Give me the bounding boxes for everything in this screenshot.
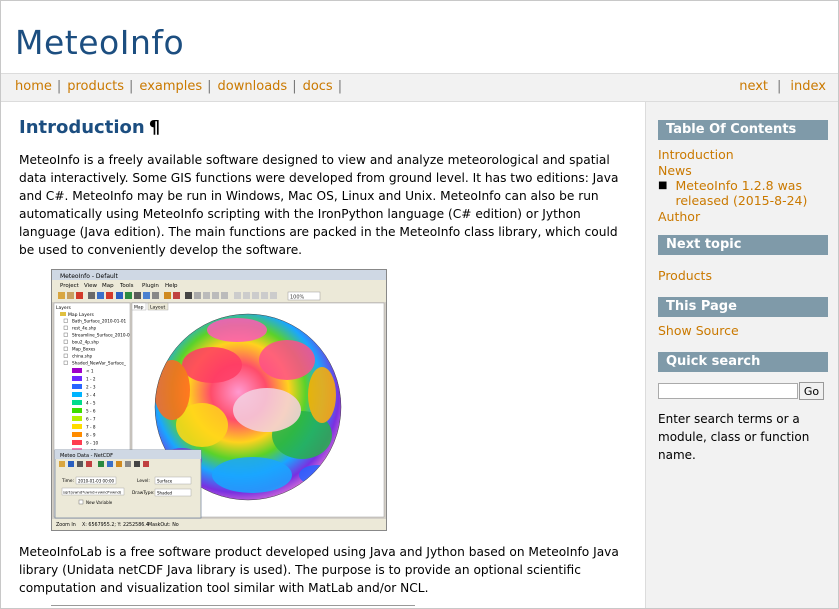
nav-next-link[interactable]: next <box>739 79 768 94</box>
menu-project[interactable]: Project <box>60 283 80 289</box>
toc-introduction-link[interactable]: Introduction <box>658 147 734 162</box>
meteoinfo-screenshot: MeteoInfo - Default Project View Map Too… <box>51 269 387 531</box>
layer-item[interactable]: china.shp <box>72 354 93 359</box>
intro-paragraph: MeteoInfo is a freely available software… <box>19 153 619 257</box>
layer-item[interactable]: bou2_4p.shp <box>72 340 99 345</box>
meteoinfolab-paragraph: MeteoInfoLab is a free software product … <box>19 545 619 595</box>
browser-page: MeteoInfo home | products | examples | downloa… <box>0 0 839 609</box>
legend-swatch <box>72 384 82 389</box>
menu-help[interactable]: Help <box>165 283 178 289</box>
next-topic-link[interactable]: Products <box>658 268 712 283</box>
level-label: Level: <box>137 478 150 484</box>
legend-swatch <box>72 432 82 437</box>
legend-label: 1 - 2 <box>86 377 96 382</box>
level-value: Surface <box>157 479 173 484</box>
layer-item[interactable]: rest_4e.shp <box>72 326 97 331</box>
legend-label: 3 - 4 <box>86 393 96 398</box>
nav-right: next | index <box>739 79 826 94</box>
tab-map-label: Map <box>134 305 144 311</box>
legend-swatch <box>72 400 82 405</box>
legend-swatch <box>72 392 82 397</box>
dialog-title: Meteo Data - NetCDF <box>60 453 113 459</box>
nav-separator: | <box>56 79 62 94</box>
legend-swatch <box>72 376 82 381</box>
nav-home-link[interactable]: home <box>15 79 52 94</box>
bullet-icon: ■ <box>658 180 668 191</box>
legend: < 1 1 - 2 2 - 3 3 - 4 4 - 5 5 - 6 6 - 7 … <box>72 368 99 454</box>
drawtype-label: DrawType: <box>132 490 155 496</box>
toc-news-item: ■ MeteoInfo 1.2.8 was released (2015-8-2… <box>658 178 828 208</box>
page-heading: Introduction ¶ <box>19 117 160 138</box>
map-layers-label: Map Layers <box>68 312 94 318</box>
nav-downloads-link[interactable]: downloads <box>218 79 288 94</box>
meteo-data-dialog: Meteo Data - NetCDF Time: 2010-01-03 00:… <box>54 449 202 519</box>
nav-separator: | <box>777 79 782 94</box>
menu-plugin[interactable]: Plugin <box>142 283 159 289</box>
expression-value: sqrt(uwnd*uwnd+vwnd*vwnd) <box>63 490 122 495</box>
tab-layout-label: Layout <box>150 305 166 311</box>
legend-swatch <box>72 368 82 373</box>
menu-view[interactable]: View <box>84 283 98 289</box>
this-page-title: This Page <box>658 297 828 317</box>
new-variable-label: New Variable <box>86 500 113 505</box>
nav-separator: | <box>129 79 134 94</box>
menu-tools[interactable]: Tools <box>119 283 134 289</box>
legend-swatch <box>72 416 82 421</box>
zoom-value: 100% <box>290 295 305 301</box>
toc-news-link[interactable]: News <box>658 163 692 178</box>
toc-release-link[interactable]: MeteoInfo 1.2.8 was released (2015-8-24) <box>675 178 815 208</box>
time-value: 2010-01-03 00:00 <box>78 479 115 484</box>
toc-title: Table Of Contents <box>658 120 828 140</box>
toc-author-link[interactable]: Author <box>658 209 700 224</box>
next-topic-title: Next topic <box>658 235 828 255</box>
legend-label: 8 - 9 <box>86 433 96 438</box>
show-source-link[interactable]: Show Source <box>658 323 739 338</box>
nav-index-link[interactable]: index <box>790 79 826 94</box>
site-title: MeteoInfo <box>15 23 185 62</box>
related-nav: home | products | examples | downloads | docs | n… <box>1 73 838 102</box>
layers-title: Layers <box>56 305 72 311</box>
nav-separator: | <box>207 79 212 94</box>
legend-label: 7 - 8 <box>86 425 96 430</box>
status-coords: X: 6567955.2; Y: 2252586.4 <box>82 522 149 528</box>
time-label: Time: <box>61 478 74 484</box>
legend-label: 5 - 6 <box>86 409 96 414</box>
window-title: MeteoInfo - Default <box>60 273 118 280</box>
legend-label: 2 - 3 <box>86 385 96 390</box>
nav-docs-link[interactable]: docs <box>303 79 333 94</box>
sidebar: Table Of Contents Introduction News ■ Me… <box>645 102 838 608</box>
legend-swatch <box>72 440 82 445</box>
search-go-button[interactable]: Go <box>799 382 824 400</box>
heading-permalink[interactable]: ¶ <box>149 117 160 138</box>
search-input[interactable] <box>658 383 798 399</box>
quick-search-title: Quick search <box>658 352 828 372</box>
legend-label: 9 - 10 <box>86 441 99 446</box>
toolbar-icons <box>58 292 277 299</box>
status-zoom: Zoom In <box>56 522 76 528</box>
nav-examples-link[interactable]: examples <box>139 79 202 94</box>
site-header: MeteoInfo <box>1 1 838 73</box>
legend-label: < 1 <box>86 369 94 374</box>
legend-label: 6 - 7 <box>86 417 96 422</box>
layer-item[interactable]: Bath_Surface_2010-01-01 <box>72 319 127 324</box>
layer-item[interactable]: Shaded_NewVar_Surface_ <box>72 361 127 366</box>
screenshot-canvas: MeteoInfo - Default Project View Map Too… <box>52 270 386 530</box>
nav-products-link[interactable]: products <box>67 79 124 94</box>
legend-swatch <box>72 408 82 413</box>
new-variable-checkbox[interactable] <box>78 499 84 505</box>
status-mask: MaskOut: No <box>148 522 179 528</box>
nav-left: home | products | examples | downloads | docs | <box>15 79 348 94</box>
layer-item[interactable]: Map_Boxes <box>72 347 95 352</box>
legend-swatch <box>72 424 82 429</box>
legend-label: 4 - 5 <box>86 401 96 406</box>
next-image-edge <box>51 605 415 606</box>
heading-text: Introduction <box>19 117 145 138</box>
layer-item[interactable]: Streamline_Surface_2010-0 <box>72 333 130 338</box>
nav-separator: | <box>337 79 343 94</box>
search-help-text: Enter search terms or a module, class or… <box>658 412 810 462</box>
drawtype-value: Shaded <box>157 491 173 496</box>
nav-separator: | <box>292 79 297 94</box>
menu-map[interactable]: Map <box>102 283 114 289</box>
